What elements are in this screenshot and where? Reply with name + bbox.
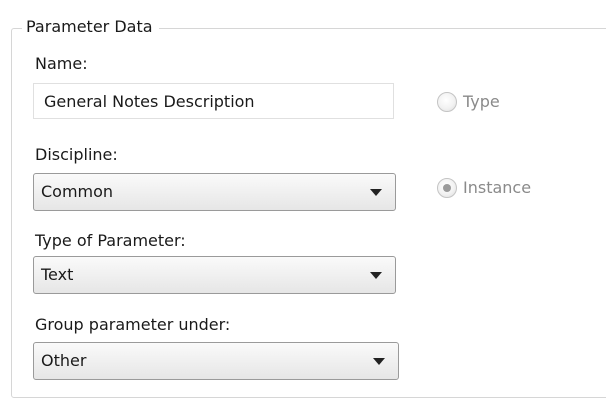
radio-selected-dot xyxy=(443,184,451,192)
instance-radio-label: Instance xyxy=(463,178,532,197)
group-parameter-under-selected-value: Other xyxy=(41,351,87,370)
chevron-down-icon xyxy=(370,272,382,279)
type-of-parameter-dropdown[interactable]: Text xyxy=(33,256,396,294)
discipline-label: Discipline: xyxy=(35,145,118,164)
name-label: Name: xyxy=(35,54,88,73)
instance-radio-button[interactable] xyxy=(437,178,457,198)
type-radio-label: Type xyxy=(463,92,500,111)
type-radio-button[interactable] xyxy=(437,92,457,112)
name-input[interactable] xyxy=(33,83,394,119)
type-of-parameter-selected-value: Text xyxy=(41,265,74,284)
chevron-down-icon xyxy=(370,189,382,196)
chevron-down-icon xyxy=(373,358,385,365)
group-parameter-under-dropdown[interactable]: Other xyxy=(33,342,399,380)
discipline-selected-value: Common xyxy=(41,182,114,201)
group-parameter-under-label: Group parameter under: xyxy=(35,315,231,334)
type-of-parameter-label: Type of Parameter: xyxy=(35,231,186,250)
discipline-dropdown[interactable]: Common xyxy=(33,173,396,211)
group-title: Parameter Data xyxy=(22,16,159,38)
